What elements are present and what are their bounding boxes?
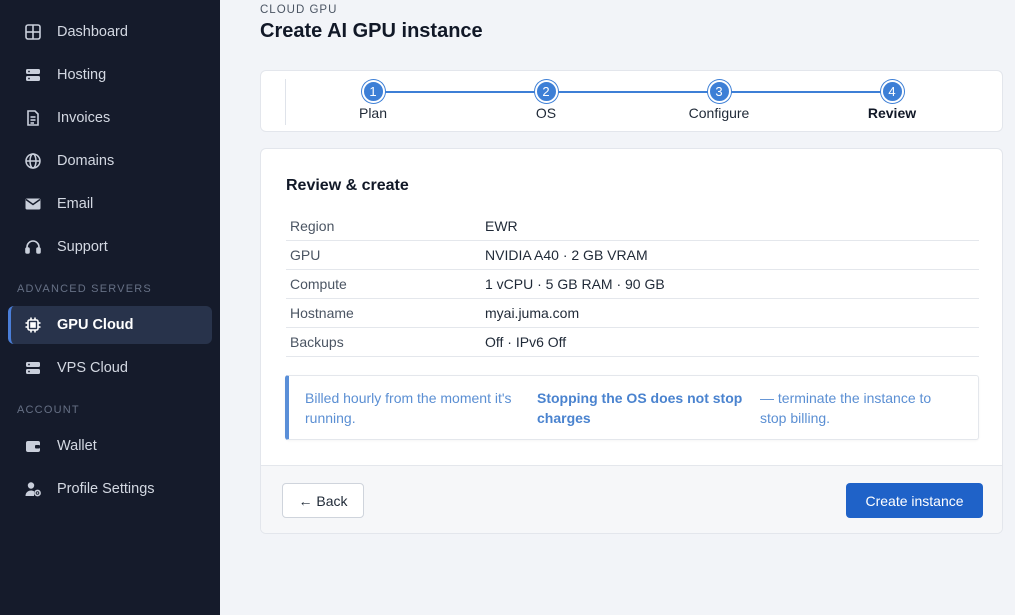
stepper-divider	[285, 79, 286, 125]
server-icon	[23, 358, 43, 378]
table-row: Hostname myai.juma.com	[286, 299, 979, 328]
create-instance-button[interactable]: Create instance	[846, 483, 983, 518]
sidebar-item-dashboard[interactable]: Dashboard	[8, 13, 212, 51]
sidebar-item-label: Email	[57, 196, 94, 212]
wallet-icon	[23, 436, 43, 456]
stepper: 1 Plan 2 OS 3 Configure 4 Review	[260, 70, 1003, 132]
step-label: Review	[867, 105, 917, 121]
table-row: Backups Off · IPv6 Off	[286, 328, 979, 357]
card-footer: ← Back Create instance	[261, 465, 1002, 533]
row-key: Region	[290, 218, 335, 234]
review-table: Region EWR GPU NVIDIA A40 · 2 GB VRAM Co…	[286, 212, 979, 357]
sidebar-item-label: GPU Cloud	[57, 317, 134, 333]
notice-emphasis: Stopping the OS does not stop charges	[537, 390, 743, 426]
billing-notice: Billed hourly from the moment it's runni…	[285, 375, 979, 440]
review-title: Review & create	[286, 177, 409, 194]
review-card: Review & create Region EWR GPU NVIDIA A4…	[260, 148, 1003, 534]
row-key: Compute	[290, 276, 347, 292]
table-row: Region EWR	[286, 212, 979, 241]
sidebar-item-label: VPS Cloud	[57, 360, 128, 376]
headset-icon	[23, 237, 43, 257]
sidebar-item-profile-settings[interactable]: Profile Settings	[8, 470, 212, 508]
section-label-account: ACCOUNT	[17, 404, 80, 416]
step-configure[interactable]: 3 Configure	[664, 80, 774, 121]
sidebar-item-hosting[interactable]: Hosting	[8, 56, 212, 94]
row-key: Hostname	[290, 305, 354, 321]
table-row: GPU NVIDIA A40 · 2 GB VRAM	[286, 241, 979, 270]
step-os[interactable]: 2 OS	[491, 80, 601, 121]
dashboard-icon	[23, 22, 43, 42]
sidebar: Dashboard Hosting Invoices Domains Email…	[0, 0, 220, 615]
sidebar-item-label: Domains	[57, 153, 115, 169]
step-review[interactable]: 4 Review	[837, 80, 947, 121]
table-row: Compute 1 vCPU · 5 GB RAM · 90 GB	[286, 270, 979, 299]
row-value: NVIDIA A40 · 2 GB VRAM	[485, 247, 648, 263]
sidebar-item-label: Invoices	[57, 110, 111, 126]
row-key: Backups	[290, 334, 344, 350]
sidebar-item-label: Wallet	[57, 438, 97, 454]
page-title: Create AI GPU instance	[260, 20, 483, 42]
notice-text: Billed hourly from the moment it's runni…	[305, 390, 512, 426]
step-plan[interactable]: 1 Plan	[318, 80, 428, 121]
step-number: 4	[880, 80, 904, 103]
step-number: 2	[534, 80, 558, 103]
user-gear-icon	[23, 479, 43, 499]
sidebar-item-wallet[interactable]: Wallet	[8, 427, 212, 465]
sidebar-item-label: Profile Settings	[57, 481, 155, 497]
mail-icon	[23, 194, 43, 214]
sidebar-item-invoices[interactable]: Invoices	[8, 99, 212, 137]
sidebar-item-label: Dashboard	[57, 24, 128, 40]
row-value: myai.juma.com	[485, 305, 580, 321]
chip-icon	[23, 315, 43, 335]
row-value: Off · IPv6 Off	[485, 334, 567, 350]
sidebar-item-domains[interactable]: Domains	[8, 142, 212, 180]
step-label: Plan	[358, 105, 388, 121]
page-eyebrow: CLOUD GPU	[260, 4, 338, 16]
sidebar-item-support[interactable]: Support	[8, 228, 212, 266]
sidebar-item-email[interactable]: Email	[8, 185, 212, 223]
row-value: 1 vCPU · 5 GB RAM · 90 GB	[485, 276, 665, 292]
sidebar-item-vps-cloud[interactable]: VPS Cloud	[8, 349, 212, 387]
row-key: GPU	[290, 247, 321, 263]
invoice-icon	[23, 108, 43, 128]
step-number: 1	[361, 80, 385, 103]
step-number: 3	[707, 80, 731, 103]
sidebar-item-gpu-cloud[interactable]: GPU Cloud	[8, 306, 212, 344]
section-label-advanced-servers: ADVANCED SERVERS	[17, 283, 152, 295]
sidebar-item-label: Hosting	[57, 67, 107, 83]
globe-icon	[23, 151, 43, 171]
notice-text: — terminate the instance to stop billing…	[760, 390, 932, 426]
back-button[interactable]: ← Back	[282, 483, 364, 518]
step-label: OS	[535, 105, 557, 121]
sidebar-item-label: Support	[57, 239, 108, 255]
stepper-progress-line	[373, 91, 892, 93]
step-label: Configure	[688, 105, 750, 121]
row-value: EWR	[485, 218, 518, 234]
server-icon	[23, 65, 43, 85]
